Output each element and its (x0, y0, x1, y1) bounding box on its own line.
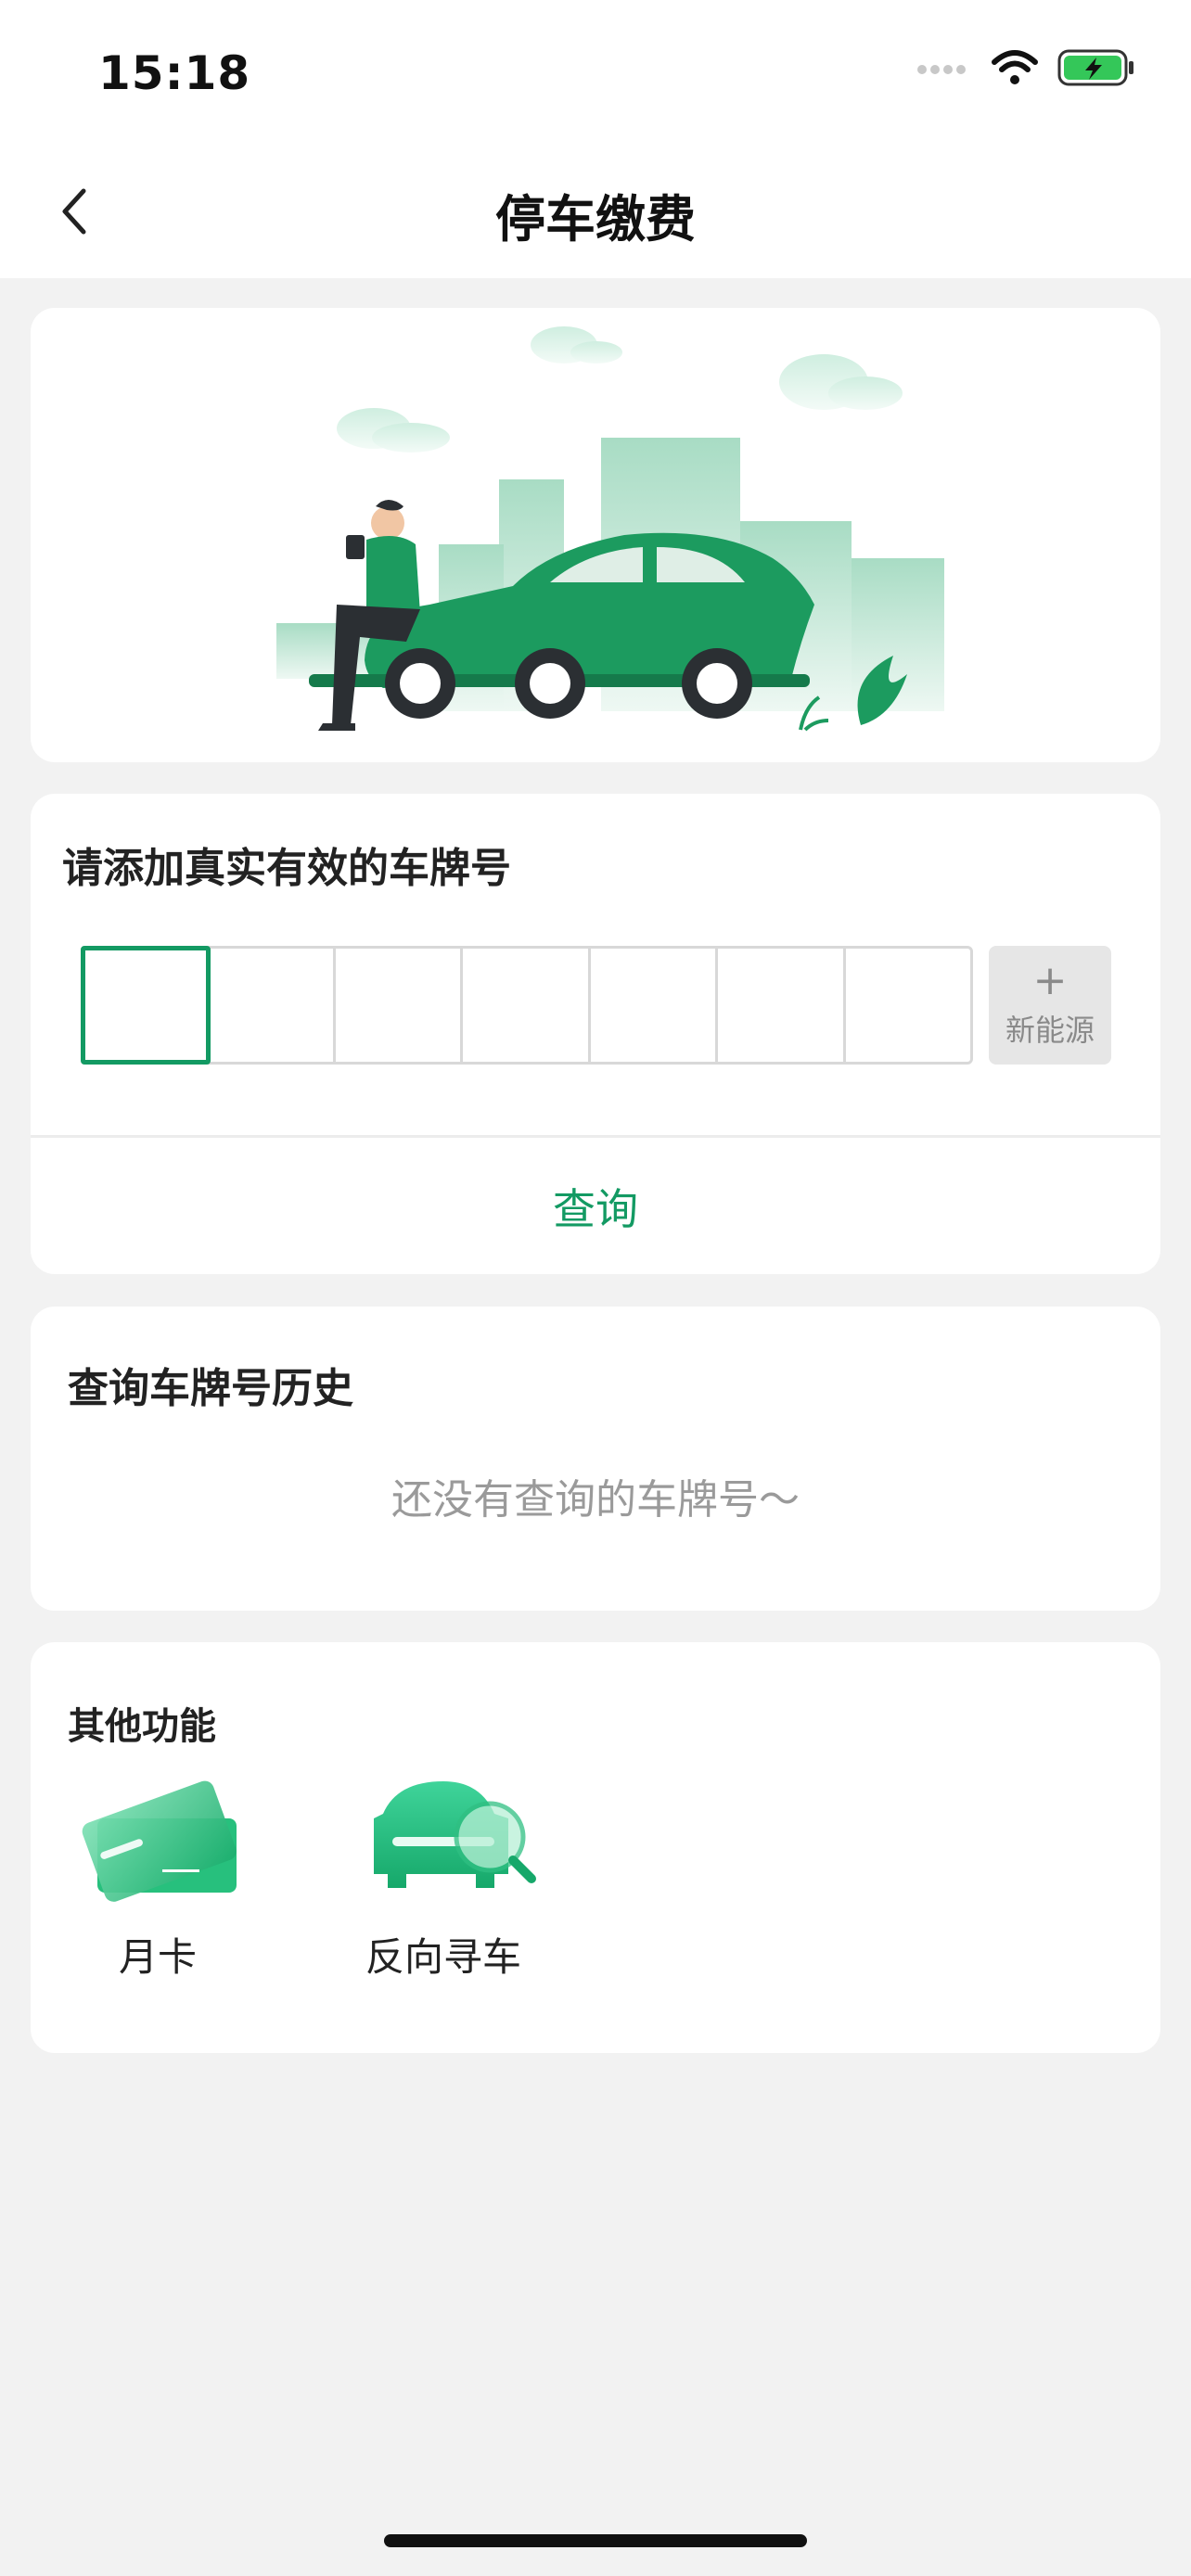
plate-char-box-6[interactable] (718, 949, 846, 1062)
plate-char-box-5[interactable] (591, 949, 718, 1062)
query-history-card: 查询车牌号历史 还没有查询的车牌号～ (31, 1307, 1160, 1611)
hero-banner (31, 308, 1160, 762)
history-empty-text: 还没有查询的车牌号～ (391, 1476, 800, 1524)
divider (31, 1135, 1160, 1138)
other-functions-title: 其他功能 (68, 1705, 216, 1748)
plate-char-box-4[interactable] (463, 949, 591, 1062)
parking-illustration (276, 326, 944, 732)
plate-prompt: 请添加真实有效的车牌号 (62, 845, 511, 892)
reverse-car-search-label: 反向寻车 (365, 1934, 521, 1980)
home-indicator (384, 2534, 807, 2547)
status-icons (916, 48, 1135, 87)
nav-bar: 停车缴费 (0, 148, 1191, 278)
signal-icon (917, 65, 966, 74)
new-energy-label: 新能源 (1005, 1013, 1095, 1048)
query-button[interactable]: 查询 (31, 1139, 1160, 1274)
plate-input-card: 请添加真实有效的车牌号 + 新能源 查询 (31, 794, 1160, 1274)
history-title: 查询车牌号历史 (68, 1365, 353, 1412)
plate-char-box-3[interactable] (336, 949, 463, 1062)
status-bar: 15:18 (0, 0, 1191, 148)
plate-char-box-1[interactable] (81, 946, 211, 1065)
monthly-card-icon (82, 1780, 237, 1902)
other-functions-card: 其他功能 月卡 反向寻车 (31, 1642, 1160, 2053)
new-energy-button[interactable]: + 新能源 (989, 946, 1111, 1065)
plate-char-box-2[interactable] (208, 949, 336, 1062)
reverse-car-search-button[interactable]: 反向寻车 (346, 1763, 541, 1983)
status-time: 15:18 (98, 46, 251, 100)
monthly-card-button[interactable]: 月卡 (70, 1763, 246, 1983)
page-title: 停车缴费 (495, 190, 696, 249)
monthly-card-label: 月卡 (118, 1934, 197, 1980)
plus-icon: + (1032, 957, 1068, 1004)
reverse-car-search-icon (374, 1781, 536, 1888)
plate-char-box-7[interactable] (846, 949, 971, 1062)
plate-number-input[interactable] (81, 946, 973, 1065)
wifi-icon (992, 50, 1038, 84)
battery-charging-icon (1057, 49, 1133, 86)
